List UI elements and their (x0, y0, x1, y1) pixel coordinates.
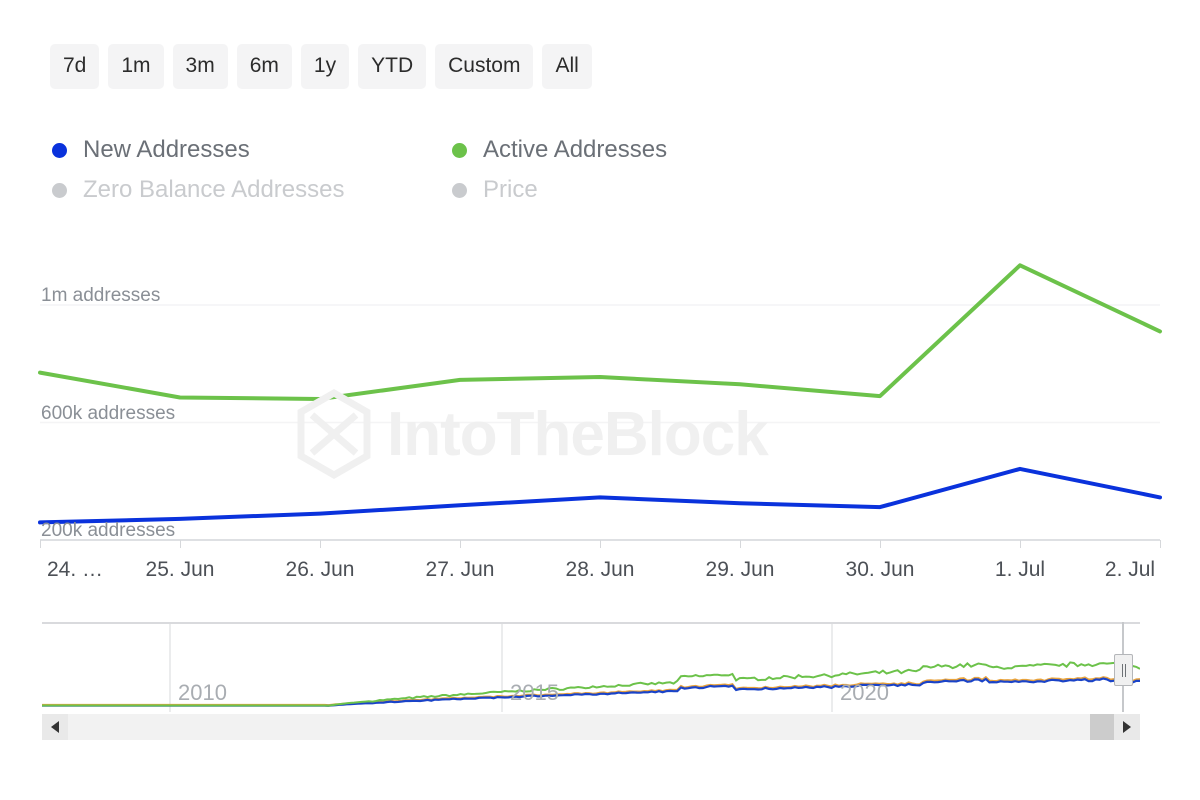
range-1y[interactable]: 1y (301, 44, 349, 89)
navigator-svg (42, 622, 1140, 712)
x-axis-tick-mark (600, 540, 601, 548)
legend-label-price: Price (483, 176, 538, 204)
legend-item-zero-balance-addresses[interactable]: Zero Balance Addresses (52, 176, 452, 204)
chart-legend: New Addresses Active Addresses Zero Bala… (52, 130, 812, 210)
legend-label-new-addresses: New Addresses (83, 136, 250, 164)
navigator-series-zero-balance (42, 677, 1140, 705)
x-axis-label: 28. Jun (566, 558, 635, 582)
x-axis: 24. … 25. Jun 26. Jun 27. Jun 28. Jun 29. Jun… (0, 540, 1200, 590)
x-axis-tick-mark (1020, 540, 1021, 548)
chart-plot-area[interactable] (0, 260, 1200, 560)
x-axis-tick-mark (1160, 540, 1161, 548)
series-line-active-addresses (40, 265, 1160, 399)
x-axis-label: 25. Jun (146, 558, 215, 582)
handle-grip-line (1122, 664, 1123, 677)
navigator-scrollbar[interactable] (42, 714, 1140, 740)
series-line-new-addresses (40, 469, 1160, 523)
x-axis-label: 2. Jul (1105, 558, 1155, 582)
scrollbar-thumb[interactable] (1090, 714, 1114, 740)
scrollbar-track[interactable] (68, 714, 1114, 740)
legend-dot-active-addresses (452, 143, 467, 158)
legend-dot-zero-balance-addresses (52, 183, 67, 198)
legend-item-price[interactable]: Price (452, 176, 538, 204)
chart-page: 7d1m3m6m1yYTDCustomAll New Addresses Act… (0, 0, 1200, 800)
legend-row-2: Zero Balance Addresses Price (52, 170, 812, 210)
legend-dot-new-addresses (52, 143, 67, 158)
x-axis-tick-mark (40, 540, 41, 548)
x-axis-label: 24. … (47, 558, 103, 582)
legend-label-active-addresses: Active Addresses (483, 136, 667, 164)
range-6m[interactable]: 6m (237, 44, 292, 89)
range-ytd[interactable]: YTD (358, 44, 426, 89)
chart-svg (0, 260, 1200, 560)
range-custom[interactable]: Custom (435, 44, 533, 89)
scrollbar-right-button[interactable] (1114, 714, 1140, 740)
legend-row-1: New Addresses Active Addresses (52, 130, 812, 170)
navigator-series-active-addresses (42, 662, 1140, 705)
range-3m[interactable]: 3m (173, 44, 228, 89)
handle-grip-line (1125, 664, 1126, 677)
x-axis-label: 1. Jul (995, 558, 1045, 582)
x-axis-tick-mark (740, 540, 741, 548)
range-1m[interactable]: 1m (108, 44, 163, 89)
legend-label-zero-balance-addresses: Zero Balance Addresses (83, 176, 344, 204)
x-axis-label: 29. Jun (706, 558, 775, 582)
chevron-right-icon (1123, 721, 1131, 733)
chart-navigator[interactable]: 201020152020 (42, 622, 1140, 712)
x-axis-label: 26. Jun (286, 558, 355, 582)
time-range-selector: 7d1m3m6m1yYTDCustomAll (50, 44, 592, 89)
x-axis-label: 27. Jun (426, 558, 495, 582)
legend-item-new-addresses[interactable]: New Addresses (52, 136, 452, 164)
x-axis-tick-mark (180, 540, 181, 548)
navigator-right-handle[interactable] (1114, 654, 1133, 686)
navigator-series-new-addresses (42, 679, 1140, 706)
legend-item-active-addresses[interactable]: Active Addresses (452, 136, 667, 164)
x-axis-tick-mark (460, 540, 461, 548)
range-7d[interactable]: 7d (50, 44, 99, 89)
legend-dot-price (452, 183, 467, 198)
chevron-left-icon (51, 721, 59, 733)
x-axis-label: 30. Jun (846, 558, 915, 582)
scrollbar-left-button[interactable] (42, 714, 68, 740)
x-axis-tick-mark (880, 540, 881, 548)
range-all[interactable]: All (542, 44, 591, 89)
x-axis-tick-mark (320, 540, 321, 548)
